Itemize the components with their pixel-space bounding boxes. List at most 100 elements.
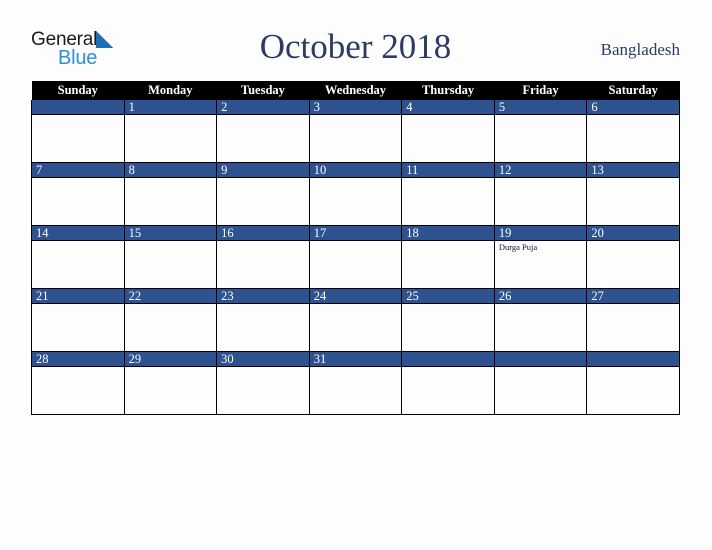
calendar-day-cell[interactable]: 29 xyxy=(123,351,218,415)
calendar-day-cell[interactable]: 6 xyxy=(586,100,680,163)
calendar-day-cell[interactable]: 24 xyxy=(308,288,403,352)
calendar-body: 1 2 3 4 5 6 7 8 9 10 11 12 13 14 15 16 17 18 19 Durga Puja 2… xyxy=(31,100,680,415)
calendar-day-cell[interactable]: 17 xyxy=(308,225,403,289)
calendar-day-cell[interactable]: 2 xyxy=(216,100,310,163)
day-number: 8 xyxy=(124,163,217,178)
day-events xyxy=(495,178,587,179)
day-number: 21 xyxy=(32,289,124,304)
calendar-day-cell[interactable] xyxy=(31,100,125,163)
calendar-day-cell[interactable]: 15 xyxy=(123,225,218,289)
day-cell-content: 22 xyxy=(124,289,217,351)
calendar-day-cell[interactable]: 25 xyxy=(401,288,495,352)
day-cell-content: 10 xyxy=(309,163,402,225)
day-number xyxy=(494,352,587,367)
calendar-day-cell[interactable]: 26 xyxy=(493,288,588,352)
day-cell-content xyxy=(494,352,587,414)
day-cell-content: 15 xyxy=(124,226,217,288)
day-events xyxy=(125,178,217,179)
day-cell-content: 14 xyxy=(32,226,124,288)
weekday-header-monday: Monday xyxy=(124,81,217,100)
day-events xyxy=(402,241,494,242)
calendar-day-cell[interactable]: 21 xyxy=(31,288,125,352)
day-cell-content: 24 xyxy=(309,289,402,351)
day-events xyxy=(587,304,679,305)
day-number: 31 xyxy=(309,352,402,367)
day-cell-content: 29 xyxy=(124,352,217,414)
day-cell-content: 28 xyxy=(32,352,124,414)
day-cell-content: 8 xyxy=(124,163,217,225)
day-events xyxy=(310,115,402,116)
calendar-day-cell[interactable]: 10 xyxy=(308,162,403,226)
page-title: October 2018 xyxy=(259,27,452,66)
calendar-day-cell[interactable]: 4 xyxy=(401,100,495,163)
day-cell-content: 23 xyxy=(217,289,309,351)
day-cell-content: 21 xyxy=(32,289,124,351)
weekday-header-tuesday: Tuesday xyxy=(216,81,310,100)
calendar-day-cell[interactable]: 9 xyxy=(216,162,310,226)
calendar-page: General Blue October 2018 Bangladesh Sun… xyxy=(0,0,712,550)
calendar-day-cell[interactable] xyxy=(493,351,588,415)
calendar-day-cell[interactable]: 28 xyxy=(31,351,125,415)
day-events: Durga Puja xyxy=(495,241,587,252)
calendar-day-cell[interactable]: 12 xyxy=(493,162,588,226)
day-number: 26 xyxy=(494,289,587,304)
calendar-day-cell[interactable]: 1 xyxy=(123,100,218,163)
calendar-day-cell[interactable]: 14 xyxy=(31,225,125,289)
day-events xyxy=(217,304,309,305)
calendar-day-cell[interactable]: 20 xyxy=(586,225,680,289)
calendar-day-cell[interactable] xyxy=(401,351,495,415)
day-cell-content: 19 Durga Puja xyxy=(494,226,587,288)
calendar-day-cell[interactable]: 31 xyxy=(308,351,403,415)
day-events xyxy=(217,241,309,242)
calendar-day-cell[interactable]: 3 xyxy=(308,100,403,163)
weekday-header-saturday: Saturday xyxy=(586,81,680,100)
day-events xyxy=(310,241,402,242)
day-events xyxy=(217,178,309,179)
calendar-day-cell[interactable]: 11 xyxy=(401,162,495,226)
day-number: 20 xyxy=(587,226,679,241)
calendar-day-cell[interactable]: 18 xyxy=(401,225,495,289)
calendar-day-cell[interactable]: 22 xyxy=(123,288,218,352)
day-number: 4 xyxy=(402,100,494,115)
calendar-day-cell[interactable]: 8 xyxy=(123,162,218,226)
day-events xyxy=(310,178,402,179)
day-cell-content: 17 xyxy=(309,226,402,288)
day-number: 24 xyxy=(309,289,402,304)
day-cell-content xyxy=(402,352,494,414)
calendar-day-cell[interactable] xyxy=(586,351,680,415)
day-events xyxy=(125,241,217,242)
day-cell-content: 11 xyxy=(402,163,494,225)
day-number: 19 xyxy=(494,226,587,241)
day-events xyxy=(495,115,587,116)
calendar-day-cell[interactable]: 27 xyxy=(586,288,680,352)
day-number: 7 xyxy=(32,163,124,178)
day-number: 13 xyxy=(587,163,679,178)
day-events xyxy=(310,304,402,305)
day-number: 22 xyxy=(124,289,217,304)
calendar-day-cell[interactable]: 23 xyxy=(216,288,310,352)
day-number: 17 xyxy=(309,226,402,241)
day-cell-content xyxy=(32,100,124,162)
calendar-day-cell[interactable]: 7 xyxy=(31,162,125,226)
day-events xyxy=(587,178,679,179)
day-events xyxy=(587,241,679,242)
day-number: 5 xyxy=(494,100,587,115)
day-cell-content: 25 xyxy=(402,289,494,351)
calendar-day-cell[interactable]: 13 xyxy=(586,162,680,226)
day-events xyxy=(310,367,402,368)
calendar-day-cell[interactable]: 16 xyxy=(216,225,310,289)
calendar-day-cell[interactable]: 5 xyxy=(493,100,588,163)
region-label: Bangladesh xyxy=(600,40,680,59)
day-number xyxy=(32,100,124,115)
day-events xyxy=(32,115,124,116)
day-event: Durga Puja xyxy=(498,242,538,252)
day-number: 10 xyxy=(309,163,402,178)
day-number: 14 xyxy=(32,226,124,241)
calendar-day-cell[interactable]: 30 xyxy=(216,351,310,415)
day-cell-content: 7 xyxy=(32,163,124,225)
day-number xyxy=(402,352,494,367)
calendar-grid: Sunday Monday Tuesday Wednesday Thursday Frid… xyxy=(31,81,680,415)
day-number: 12 xyxy=(494,163,587,178)
day-number: 27 xyxy=(587,289,679,304)
calendar-day-cell[interactable]: 19 Durga Puja xyxy=(493,225,588,289)
